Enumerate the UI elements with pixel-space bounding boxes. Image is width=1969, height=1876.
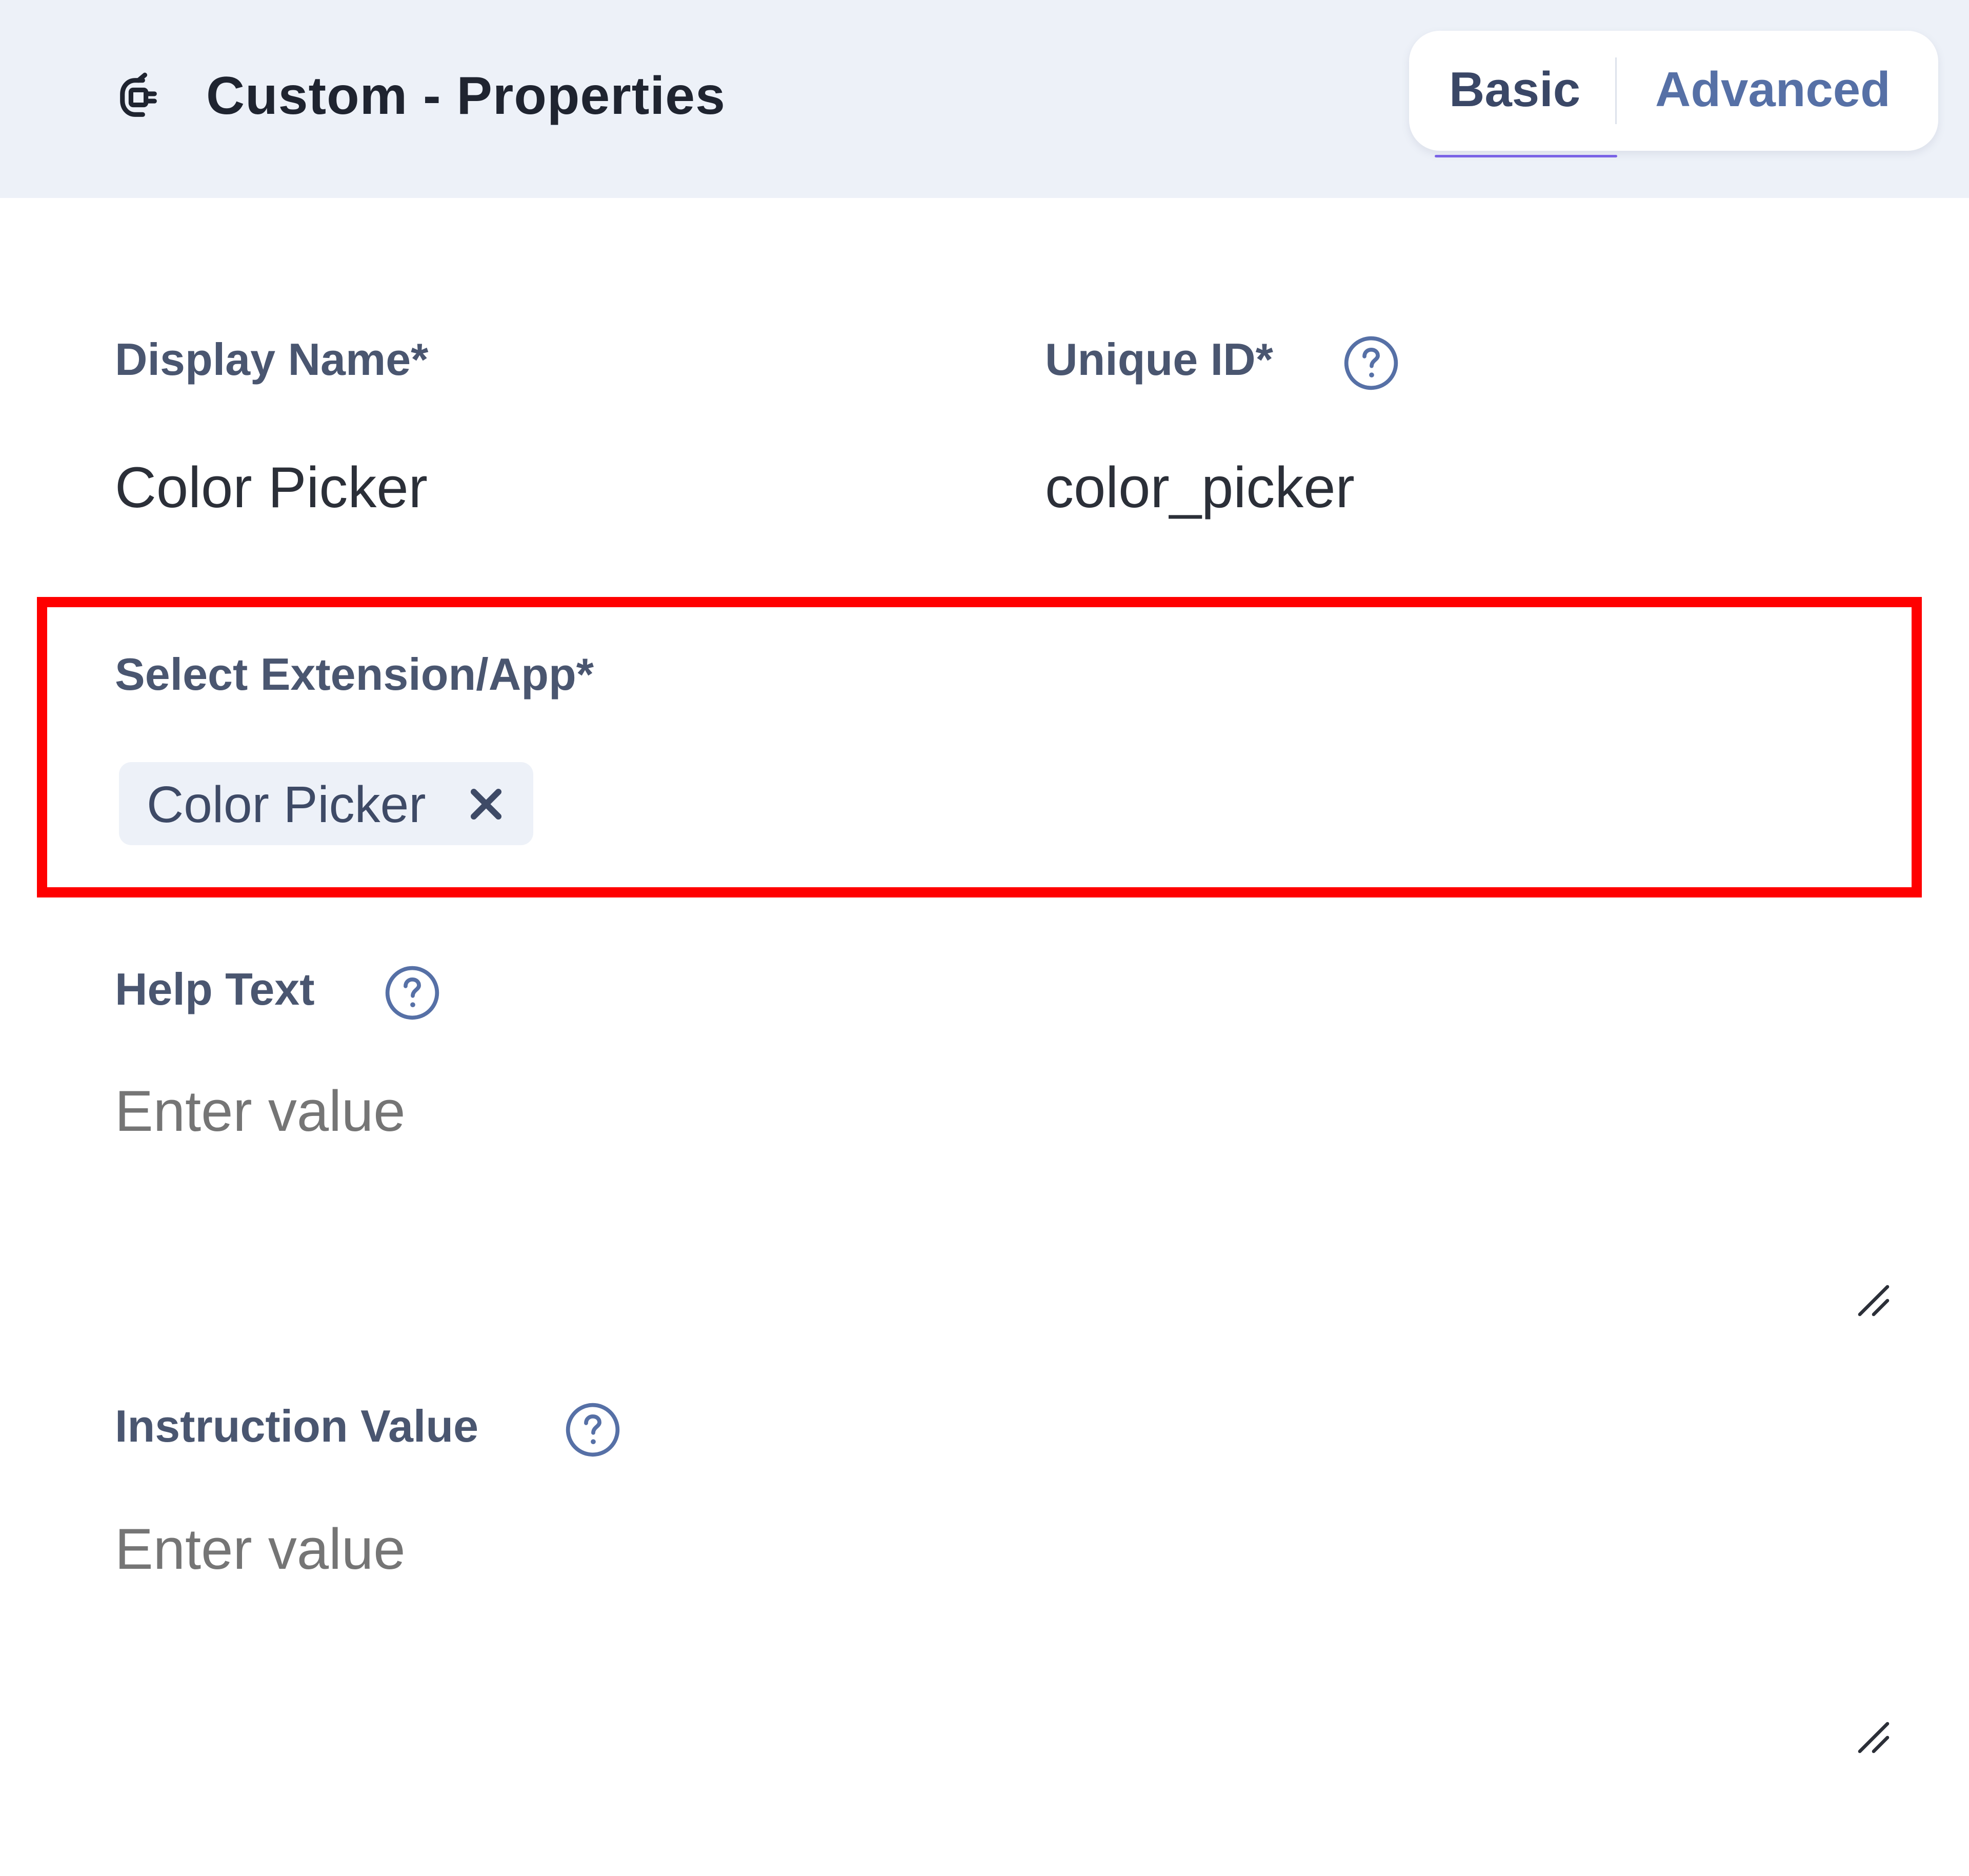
help-circle-icon[interactable] [1341,333,1401,393]
help-circle-icon[interactable] [563,1400,622,1460]
highlight-box [37,597,1922,897]
plug-icon [120,72,157,117]
instruction-value-input[interactable] [115,1516,1858,1582]
close-icon[interactable] [468,786,505,823]
display-name-field[interactable]: Color Picker [115,454,428,521]
resize-handle-icon[interactable] [1855,1719,1892,1756]
tab-divider [1615,57,1617,124]
display-name-label: Display Name* [115,334,429,385]
resize-handle-icon[interactable] [1855,1282,1892,1319]
tab-group: Basic Advanced [1409,31,1938,151]
help-text-label: Help Text [115,964,315,1014]
unique-id-field[interactable]: color_picker [1045,454,1355,521]
extension-chip-label: Color Picker [147,776,426,833]
tab-basic[interactable]: Basic [1449,62,1580,118]
unique-id-label: Unique ID* [1045,334,1273,385]
properties-panel: Custom - Properties Basic Advanced Displ… [0,0,1969,1876]
help-circle-icon[interactable] [383,963,442,1023]
help-text-input[interactable] [115,1078,1858,1144]
panel-header: Custom - Properties Basic Advanced [0,0,1969,198]
extension-chip[interactable]: Color Picker [119,762,533,845]
instruction-value-label: Instruction Value [115,1401,479,1451]
active-tab-indicator [1435,155,1617,157]
tab-advanced[interactable]: Advanced [1655,62,1891,118]
panel-title: Custom - Properties [206,66,726,126]
extension-label: Select Extension/App* [115,649,594,700]
